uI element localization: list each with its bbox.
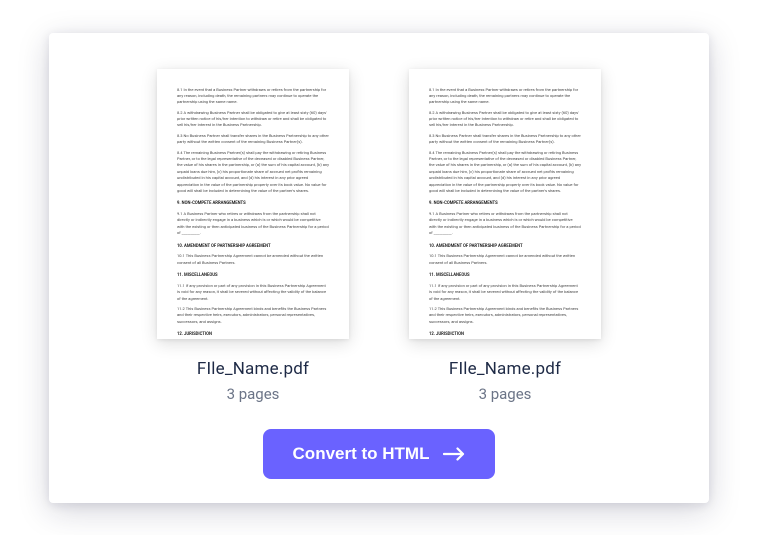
doc-line: 8.3 No Business Partner shall transfer s… — [177, 133, 329, 146]
document-thumbnail[interactable]: 8.1 In the event that a Business Partner… — [409, 69, 601, 339]
doc-heading: 10. AMENDMENT OF PARTNERSHIP AGREEMENT — [429, 244, 581, 251]
doc-line: 11.1 If any provision or part of any pro… — [429, 283, 581, 302]
doc-line: 9.1 A Business Partner who retires or wi… — [429, 211, 581, 237]
doc-line: 8.1 In the event that a Business Partner… — [177, 87, 329, 106]
file-name-label: FIle_Name.pdf — [449, 359, 561, 379]
doc-line: 8.2 A withdrawing Business Partner shall… — [429, 110, 581, 129]
file-pages-label: 3 pages — [479, 385, 532, 403]
document-thumbnail[interactable]: 8.1 In the event that a Business Partner… — [157, 69, 349, 339]
doc-heading: 11. MISCELLANEOUS — [177, 273, 329, 280]
file-name-label: FIle_Name.pdf — [197, 359, 309, 379]
doc-heading: 10. AMENDMENT OF PARTNERSHIP AGREEMENT — [177, 244, 329, 251]
doc-line: 8.3 No Business Partner shall transfer s… — [429, 133, 581, 146]
doc-line: 8.1 In the event that a Business Partner… — [429, 87, 581, 106]
convert-button[interactable]: Convert to HTML — [263, 429, 496, 479]
doc-line: 8.4 The remaining Business Partner(s) sh… — [429, 150, 581, 195]
doc-line: 10.1 This Business Partnership Agreement… — [177, 253, 329, 266]
doc-line: 11.2 This Business Partnership Agreement… — [429, 306, 581, 325]
doc-line: 8.4 The remaining Business Partner(s) sh… — [177, 150, 329, 195]
doc-line: 11.1 If any provision or part of any pro… — [177, 283, 329, 302]
doc-line: 10.1 This Business Partnership Agreement… — [429, 253, 581, 266]
convert-button-label: Convert to HTML — [293, 444, 430, 464]
upload-panel: 8.1 In the event that a Business Partner… — [49, 33, 709, 503]
doc-line: 8.2 A withdrawing Business Partner shall… — [177, 110, 329, 129]
doc-heading: 12. JURISDICTION — [177, 332, 329, 338]
doc-line: 11.2 This Business Partnership Agreement… — [177, 306, 329, 325]
file-pages-label: 3 pages — [227, 385, 280, 403]
doc-line: 9.1 A Business Partner who retires or wi… — [177, 211, 329, 237]
file-card: 8.1 In the event that a Business Partner… — [409, 69, 601, 403]
doc-heading: 11. MISCELLANEOUS — [429, 273, 581, 280]
files-row: 8.1 In the event that a Business Partner… — [157, 69, 601, 403]
file-card: 8.1 In the event that a Business Partner… — [157, 69, 349, 403]
doc-heading: 9. NON-COMPETE ARRANGEMENTS — [177, 201, 329, 208]
doc-heading: 12. JURISDICTION — [429, 332, 581, 338]
doc-heading: 9. NON-COMPETE ARRANGEMENTS — [429, 201, 581, 208]
arrow-right-icon — [443, 447, 465, 461]
